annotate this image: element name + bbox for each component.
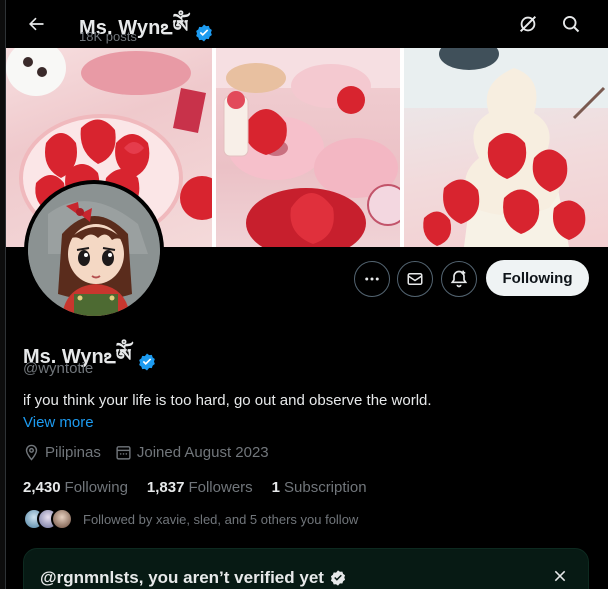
strawberry-soft-serve-image <box>404 48 608 247</box>
banner-panel-soft-serve <box>404 48 608 247</box>
header-post-count: 18K posts <box>79 29 137 44</box>
back-arrow-icon <box>29 17 44 31</box>
verified-badge-icon <box>138 353 155 371</box>
followed-by-row[interactable]: Followed by xavie, sled, and 5 others yo… <box>23 508 358 530</box>
followers-count: 1,837 <box>146 479 185 496</box>
back-button[interactable] <box>20 8 52 40</box>
location-icon <box>25 444 38 461</box>
subscription-count: 1 <box>271 479 280 496</box>
profile-header: Ms. Wynఽༀ 18K posts <box>6 0 608 48</box>
view-more-link[interactable]: View more <box>23 414 94 431</box>
following-stat[interactable]: 2,430 Following <box>23 479 128 496</box>
profile-stats: 2,430 Following 1,837 Followers 1 Subscript… <box>23 479 386 496</box>
strawberry-donuts-image <box>216 48 400 247</box>
verification-card-title-row: @rgnmnlsts, you aren’t verified yet <box>40 568 347 588</box>
followers-label: Followers <box>188 479 253 496</box>
grok-button[interactable] <box>514 10 542 38</box>
profile-bio: if you think your life is too hard, go o… <box>23 392 432 409</box>
subscription-label: Subscription <box>284 479 367 496</box>
follower-avatar <box>51 508 73 530</box>
joined-text: Joined August 2023 <box>136 444 269 461</box>
avatar-image <box>28 184 160 316</box>
banner-panel-donuts <box>212 48 404 247</box>
close-icon <box>554 570 566 582</box>
joined-item: Joined August 2023 <box>115 444 269 461</box>
grok-icon <box>519 15 537 33</box>
search-icon <box>563 16 580 33</box>
more-icon <box>365 277 379 281</box>
more-options-button[interactable] <box>354 261 390 297</box>
message-button[interactable] <box>397 261 433 297</box>
followed-by-text: Followed by xavie, sled, and 5 others yo… <box>83 511 359 527</box>
location-text: Pilipinas <box>45 444 101 461</box>
notifications-button[interactable] <box>441 261 477 297</box>
search-button[interactable] <box>557 10 585 38</box>
notification-bell-icon <box>450 270 468 288</box>
following-button[interactable]: Following <box>486 260 589 296</box>
verified-badge-icon <box>330 570 345 586</box>
following-count: 2,430 <box>23 479 61 496</box>
message-icon <box>407 273 423 285</box>
subscription-stat[interactable]: 1 Subscription <box>272 479 367 496</box>
verification-card: @rgnmnlsts, you aren’t verified yet <box>23 548 589 589</box>
profile-avatar[interactable] <box>24 180 164 320</box>
verified-badge-icon <box>196 24 213 42</box>
verification-card-title: @rgnmnlsts, you aren’t verified yet <box>40 568 324 587</box>
close-card-button[interactable] <box>550 566 570 586</box>
calendar-icon <box>116 446 131 460</box>
profile-meta: Pilipinas Joined August 2023 <box>23 444 283 461</box>
cartoon-girl-avatar-image <box>28 184 160 316</box>
profile-handle: @wyntotie <box>23 360 94 377</box>
location-item: Pilipinas <box>23 444 101 461</box>
followers-stat[interactable]: 1,837 Followers <box>147 479 253 496</box>
following-label: Following <box>64 479 128 496</box>
